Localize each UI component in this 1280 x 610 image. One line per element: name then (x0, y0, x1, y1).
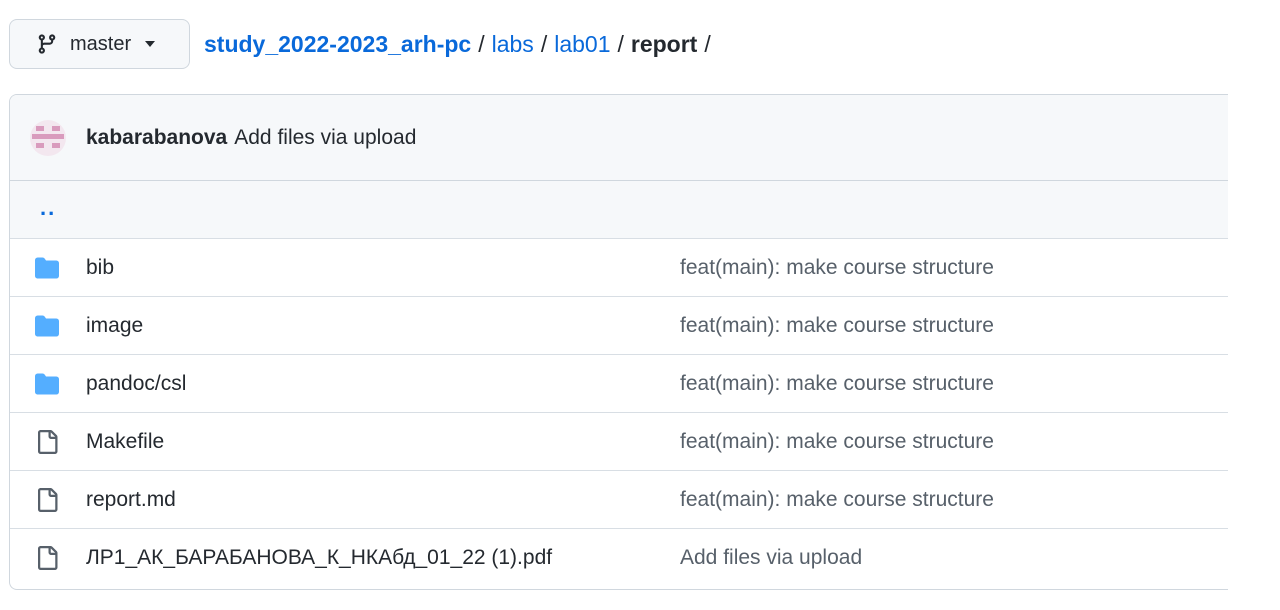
commit-message-link[interactable]: feat(main): make course structure (680, 372, 994, 396)
folder-icon (34, 314, 60, 338)
folder-icon (34, 372, 60, 396)
file-name-link[interactable]: pandoc/csl (86, 372, 186, 396)
file-name-link[interactable]: ЛР1_АК_БАРАБАНОВА_К_НКАбд_01_22 (1).pdf (86, 546, 552, 570)
breadcrumb-separator: / (478, 30, 485, 57)
file-row[interactable]: bib feat(main): make course structure (10, 239, 1228, 297)
commit-message-link[interactable]: feat(main): make course structure (680, 314, 994, 338)
file-name-link[interactable]: image (86, 314, 143, 338)
avatar[interactable] (30, 119, 66, 156)
file-icon (34, 430, 60, 454)
file-icon (34, 488, 60, 512)
commit-message-link[interactable]: feat(main): make course structure (680, 488, 994, 512)
file-row[interactable]: image feat(main): make course structure (10, 297, 1228, 355)
file-name-link[interactable]: report.md (86, 488, 176, 512)
chevron-down-icon (145, 41, 156, 47)
file-row[interactable]: report.md feat(main): make course struct… (10, 471, 1228, 529)
folder-icon (34, 256, 60, 280)
file-row[interactable]: pandoc/csl feat(main): make course struc… (10, 355, 1228, 413)
file-icon (34, 546, 60, 570)
file-row[interactable]: ЛР1_АК_БАРАБАНОВА_К_НКАбд_01_22 (1).pdf … (10, 529, 1228, 587)
file-name-link[interactable]: bib (86, 256, 114, 280)
breadcrumb-separator: / (540, 30, 548, 57)
file-list: kabarabanova Add files via upload .. bib… (9, 94, 1228, 590)
branch-select-button[interactable]: master (9, 19, 190, 69)
git-branch-icon (36, 33, 58, 55)
breadcrumb-repo-link[interactable]: study_2022-2023_arh-pc (204, 31, 471, 58)
commit-message-link[interactable]: feat(main): make course structure (680, 430, 994, 454)
breadcrumb-separator: / (704, 30, 711, 57)
latest-commit-header: kabarabanova Add files via upload (10, 95, 1228, 181)
breadcrumb-separator: / (617, 30, 624, 57)
branch-label: master (70, 32, 132, 55)
breadcrumb: study_2022-2023_arh-pc / labs / lab01 / … (204, 31, 718, 58)
breadcrumb-current: report (630, 30, 698, 57)
parent-directory-link[interactable]: .. (40, 195, 56, 221)
commit-author-link[interactable]: kabarabanova (86, 126, 227, 150)
parent-directory-row[interactable]: .. (10, 181, 1228, 239)
topbar: master study_2022-2023_arh-pc / labs / l… (9, 18, 718, 70)
commit-message-link[interactable]: Add files via upload (234, 126, 416, 150)
commit-message-link[interactable]: feat(main): make course structure (680, 256, 994, 280)
file-row[interactable]: Makefile feat(main): make course structu… (10, 413, 1228, 471)
breadcrumb-link-lab01[interactable]: lab01 (554, 31, 610, 58)
commit-message-link[interactable]: Add files via upload (680, 546, 862, 570)
file-name-link[interactable]: Makefile (86, 430, 164, 454)
breadcrumb-link-labs[interactable]: labs (492, 31, 534, 58)
